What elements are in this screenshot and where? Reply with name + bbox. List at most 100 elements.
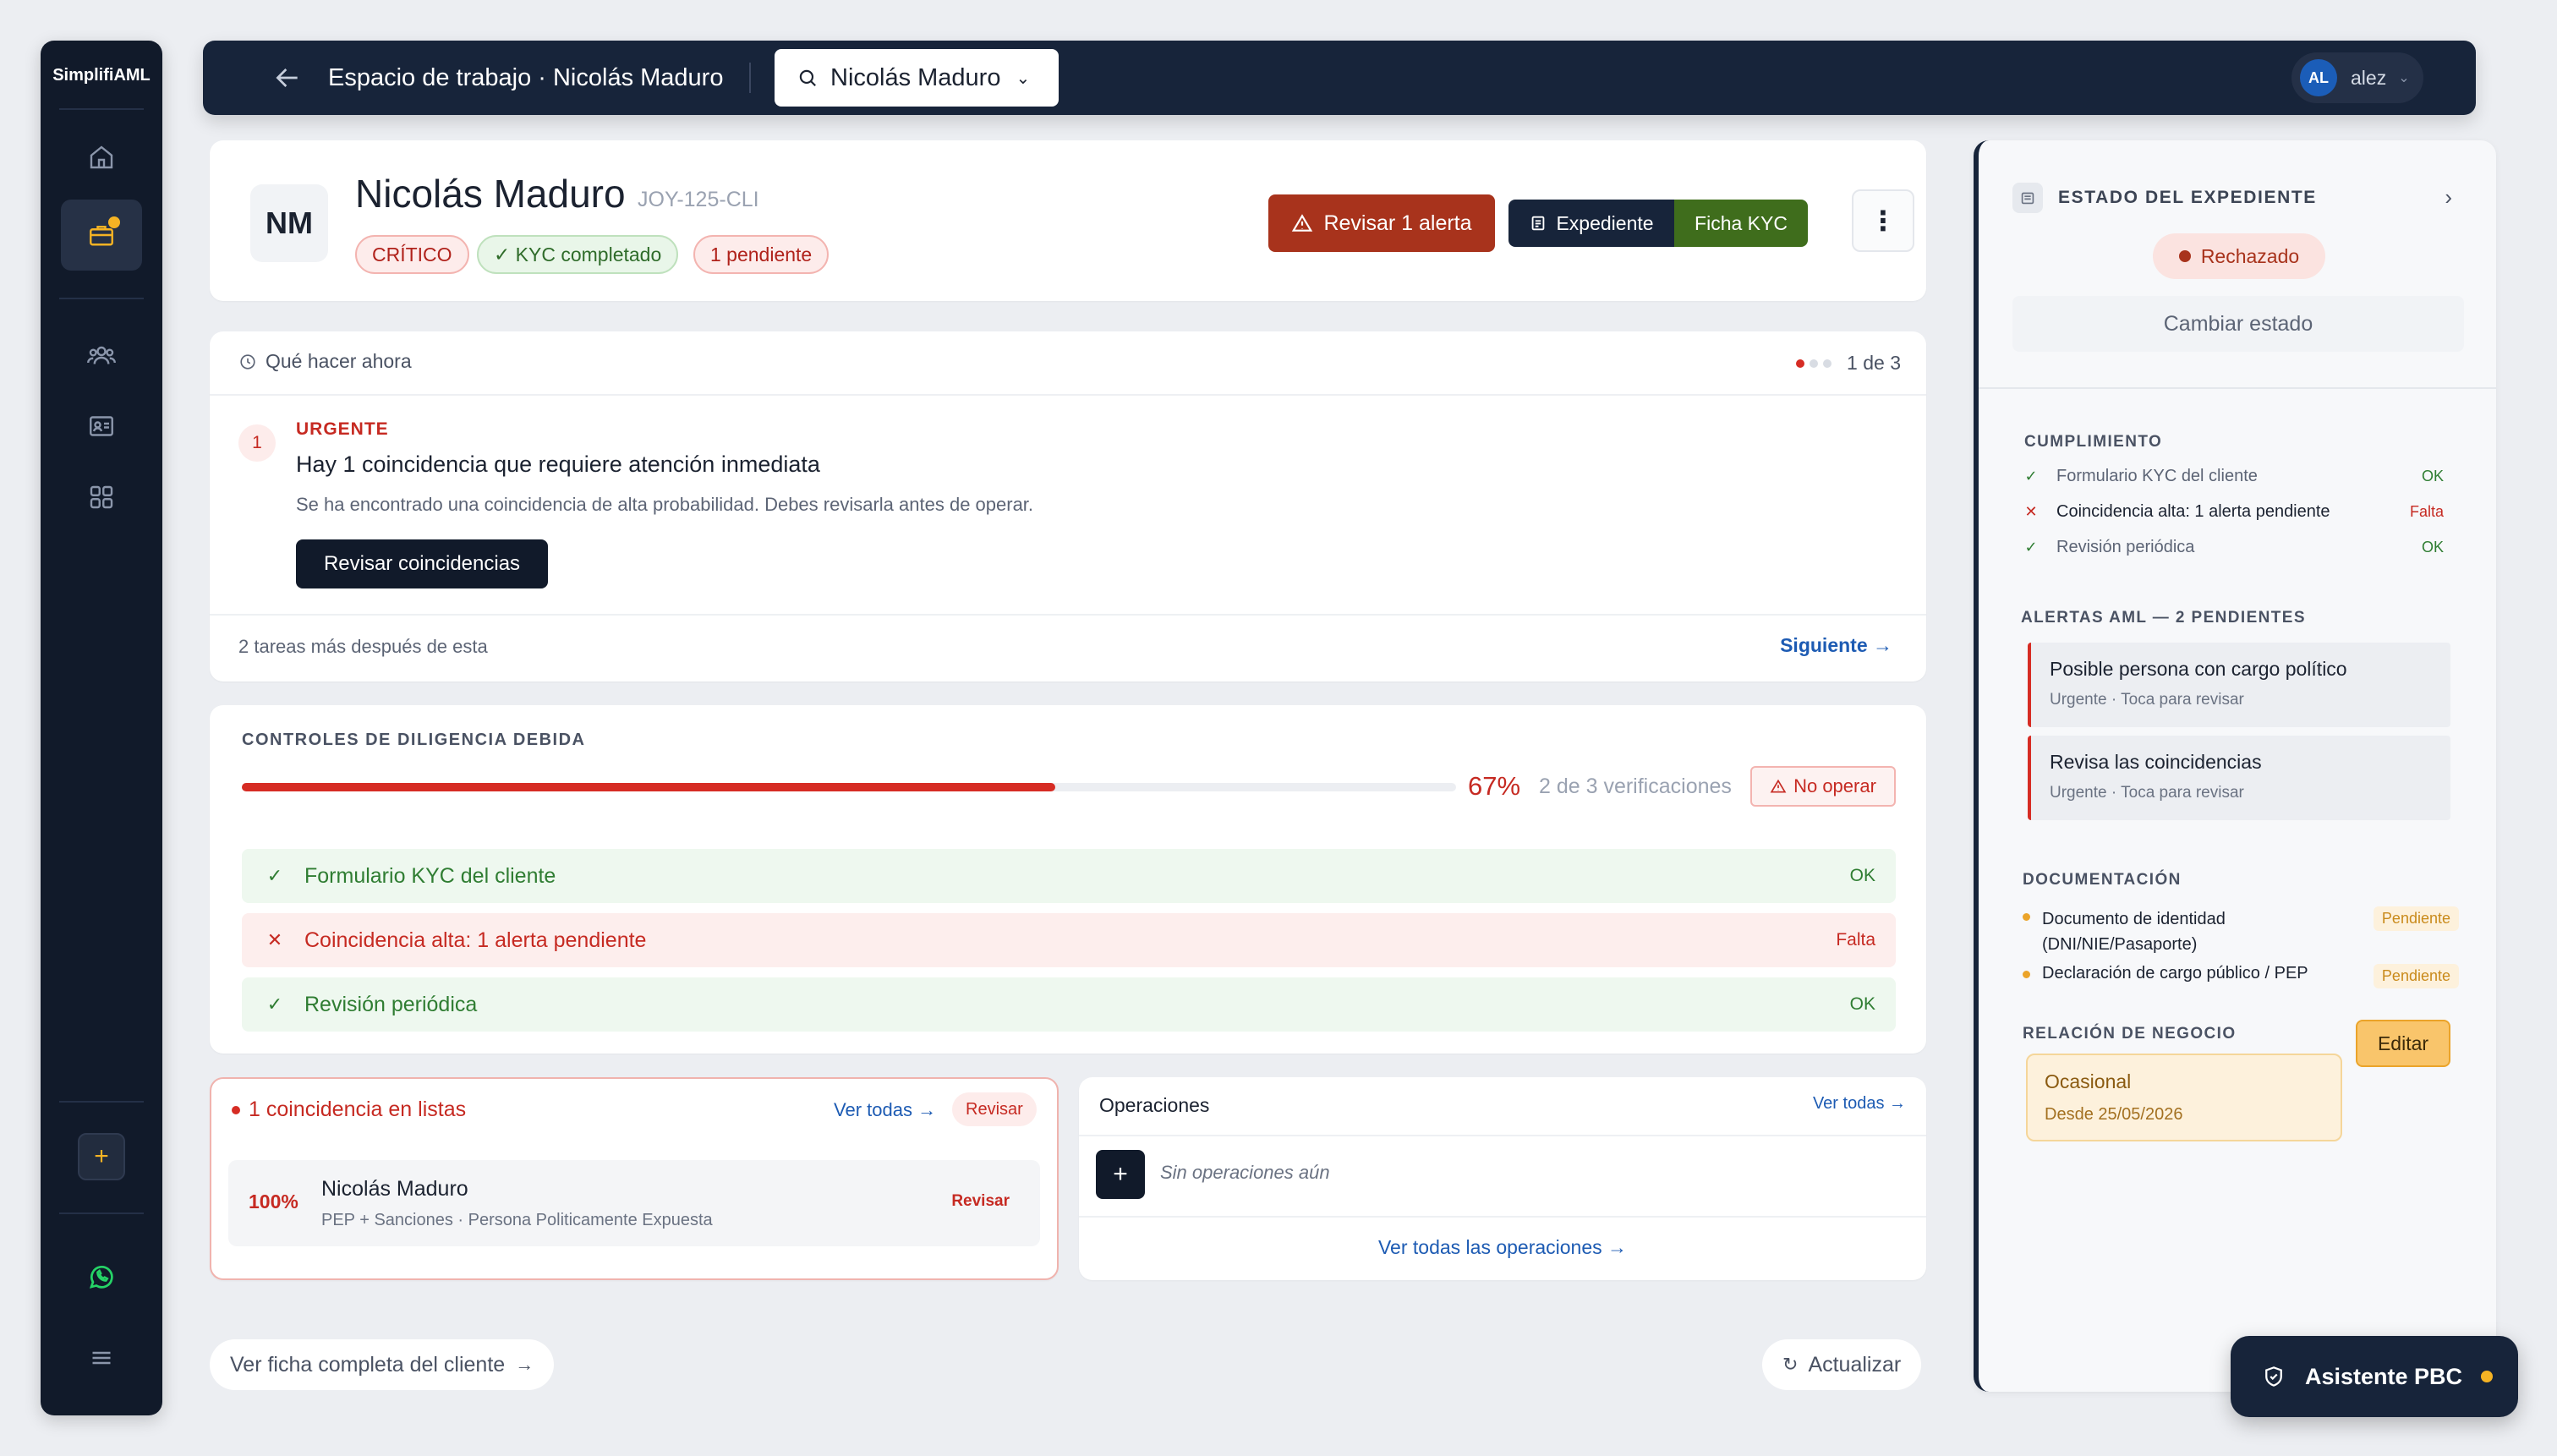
user-name: alez [2351, 66, 2387, 89]
operations-card: Operaciones Ver todas → + Sin operacione… [1079, 1077, 1926, 1280]
briefcase-icon[interactable] [61, 200, 142, 271]
file-toggle: Expediente Ficha KYC [1508, 200, 1808, 247]
operations-empty: Sin operaciones aún [1160, 1162, 1330, 1183]
home-icon[interactable] [61, 122, 142, 193]
relation-type: Ocasional [2045, 1070, 2132, 1092]
users-icon[interactable] [61, 320, 142, 391]
client-search-select[interactable]: Nicolás Maduro ⌄ [775, 49, 1059, 107]
warning-icon [1770, 779, 1787, 793]
chevron-right-icon[interactable]: › [2445, 184, 2452, 211]
edit-relation-button[interactable]: Editar [2356, 1020, 2450, 1067]
aml-alert-item[interactable]: Posible persona con cargo político Urgen… [2028, 643, 2450, 727]
divider [1079, 1216, 1926, 1218]
due-diligence-card: CONTROLES DE DILIGENCIA DEBIDA 67% 2 de … [210, 705, 1926, 1054]
kyc-badge: ✓ KYC completado [477, 235, 679, 274]
notification-dot [108, 216, 120, 228]
check-status: Falta [1836, 930, 1875, 950]
check-row[interactable]: ✓ Formulario KYC del cliente OK [242, 849, 1896, 903]
see-all-operations-link[interactable]: Ver todas → [1813, 1094, 1906, 1114]
check-label: Formulario KYC del cliente [304, 863, 556, 888]
brand-logo[interactable]: SimplifiAML [41, 66, 162, 85]
check-icon: ✓ [266, 865, 283, 886]
back-arrow-icon[interactable] [271, 61, 304, 95]
compliance-item: ✓ Revisión periódica OK [2021, 538, 2444, 557]
divider [59, 1101, 144, 1103]
business-relation-title: RELACIÓN DE NEGOCIO [2023, 1025, 2237, 1043]
whatsapp-icon[interactable] [61, 1241, 142, 1312]
next-task-link[interactable]: Siguiente → [1780, 634, 1892, 657]
check-status: OK [1849, 866, 1875, 885]
all-operations-link[interactable]: Ver todas las operaciones → [1079, 1236, 1926, 1259]
user-menu[interactable]: AL alez ⌄ [2291, 52, 2423, 103]
arrow-right-icon: → [515, 1354, 534, 1375]
id-card-icon[interactable] [61, 391, 142, 462]
client-header-card: NM Nicolás Maduro JOY-125-CLI CRÍTICO ✓ … [210, 140, 1926, 301]
check-row[interactable]: ✓ Revisión periódica OK [242, 977, 1896, 1032]
expediente-button[interactable]: Expediente [1508, 200, 1674, 247]
operations-title: Operaciones [1099, 1094, 1210, 1116]
aml-alert-item[interactable]: Revisa las coincidencias Urgente · Toca … [2028, 736, 2450, 820]
document-item[interactable]: Documento de identidad (DNI/NIE/Pasaport… [2023, 906, 2459, 957]
review-matches-button[interactable]: Revisar coincidencias [296, 539, 548, 588]
assistant-button[interactable]: Asistente PBC [2231, 1336, 2518, 1417]
ficha-kyc-button[interactable]: Ficha KYC [1674, 200, 1808, 247]
client-name: Nicolás Maduro [355, 172, 626, 216]
list-matches-card: 1 coincidencia en listas Ver todas → Rev… [210, 1077, 1059, 1280]
shield-icon [2265, 1366, 2282, 1387]
client-code: JOY-125-CLI [638, 188, 759, 211]
full-profile-button[interactable]: Ver ficha completa del cliente → [210, 1339, 555, 1390]
document-item[interactable]: Declaración de cargo público / PEP Pendi… [2023, 964, 2459, 988]
match-review-link[interactable]: Revisar [951, 1192, 1010, 1211]
refresh-label: Actualizar [1808, 1352, 1902, 1377]
add-operation-button[interactable]: + [1096, 1150, 1145, 1199]
status-badge: Rechazado [2153, 233, 2325, 279]
step-dot [1823, 359, 1832, 368]
urgency-label: URGENTE [296, 419, 389, 439]
assistant-label: Asistente PBC [2305, 1363, 2463, 1389]
check-row[interactable]: ✕ Coincidencia alta: 1 alerta pendiente … [242, 913, 1896, 967]
list-matches-title: 1 coincidencia en listas [232, 1097, 466, 1122]
step-dot [1810, 359, 1819, 368]
refresh-button[interactable]: ↻ Actualizar [1762, 1339, 1922, 1390]
step-count: 1 de 3 [1847, 352, 1901, 374]
list-matches-label: 1 coincidencia en listas [249, 1097, 467, 1121]
progress-percent: 67% [1468, 771, 1521, 801]
add-button[interactable]: + [78, 1133, 125, 1180]
review-matches-pill[interactable]: Revisar [952, 1092, 1037, 1126]
remaining-tasks: 2 tareas más después de esta [238, 636, 488, 657]
next-action-card: Qué hacer ahora 1 de 3 1 URGENTE Hay 1 c… [210, 331, 1926, 681]
menu-icon[interactable] [61, 1322, 142, 1393]
check-label: Coincidencia alta: 1 alerta pendiente [304, 928, 647, 952]
compliance-label: Formulario KYC del cliente [2056, 467, 2258, 485]
task-description: Se ha encontrado una coincidencia de alt… [296, 494, 1034, 515]
more-options-icon[interactable]: ⋮ [1852, 189, 1914, 252]
chevron-down-icon: ⌄ [1016, 68, 1031, 88]
document-label: Documento de identidad (DNI/NIE/Pasaport… [2042, 910, 2226, 954]
no-operate-badge: No operar [1750, 766, 1896, 807]
match-score: 100% [249, 1191, 298, 1212]
compliance-status: Falta [2409, 503, 2444, 520]
clock-icon [240, 353, 255, 369]
task-title: Hay 1 coincidencia que requiere atención… [296, 452, 820, 477]
match-row[interactable]: 100% Nicolás Maduro PEP + Sanciones · Pe… [228, 1160, 1040, 1246]
pending-dot [2023, 971, 2030, 978]
divider [210, 614, 1926, 616]
status-dot [2178, 250, 2191, 262]
divider [1979, 387, 2496, 389]
document-label: Declaración de cargo público / PEP [2042, 964, 2308, 983]
match-detail: PEP + Sanciones · Persona Politicamente … [321, 1211, 713, 1229]
check-icon: ✓ [2024, 468, 2038, 484]
relation-since: Desde 25/05/2026 [2045, 1105, 2183, 1124]
check-icon: ✓ [2024, 539, 2038, 556]
warning-icon [1292, 214, 1313, 232]
change-status-button[interactable]: Cambiar estado [2012, 296, 2464, 352]
progress-bar [242, 783, 1456, 791]
grid-icon[interactable] [61, 462, 142, 533]
aml-alert-title: Revisa las coincidencias [2050, 751, 2262, 773]
step-dot [1796, 359, 1805, 368]
aml-alert-title: Posible persona con cargo político [2050, 658, 2347, 680]
search-icon [799, 69, 816, 86]
see-all-matches-link[interactable]: Ver todas → [834, 1099, 936, 1121]
review-alert-button[interactable]: Revisar 1 alerta [1268, 194, 1495, 252]
next-action-heading: Qué hacer ahora [238, 350, 412, 373]
